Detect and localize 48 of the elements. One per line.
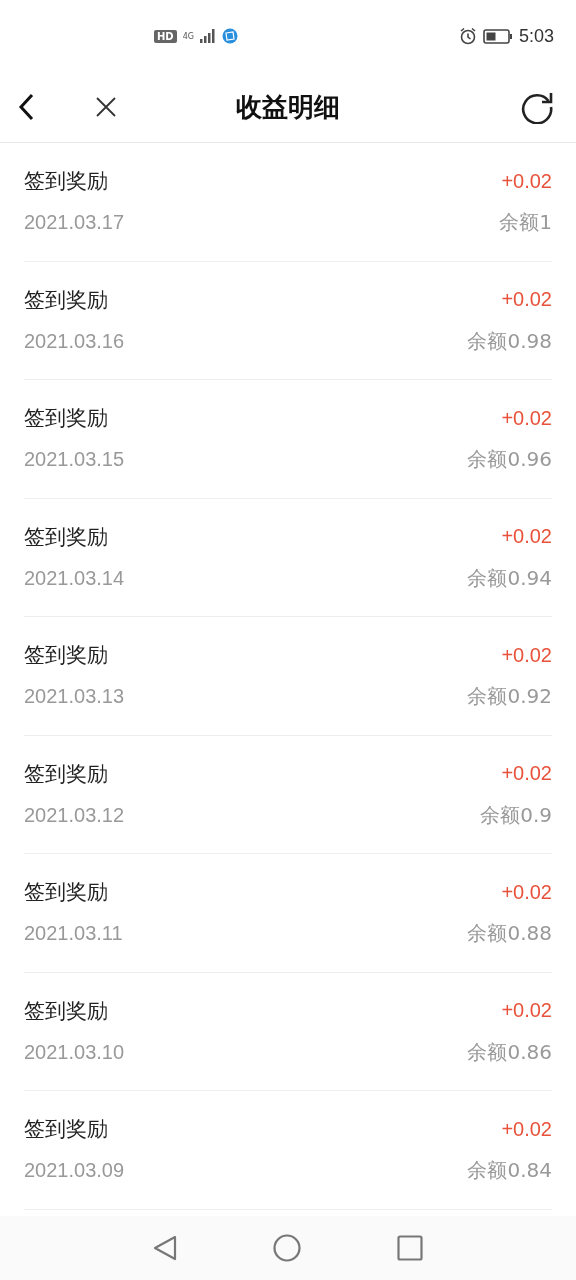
record-amount: +0.02: [501, 525, 552, 549]
record-date: 2021.03.12: [24, 803, 125, 827]
record-date: 2021.03.09: [24, 1159, 125, 1183]
record-amount: +0.02: [501, 880, 552, 904]
record-date: 2021.03.13: [24, 685, 125, 709]
record-title: 签到奖励: [24, 523, 108, 551]
record-balance: 余额0.9: [480, 801, 552, 829]
record-date: 2021.03.15: [24, 448, 125, 472]
record-balance: 余额0.88: [467, 920, 552, 948]
record-date: 2021.03.17: [24, 211, 125, 235]
record-amount: +0.02: [501, 643, 552, 667]
refresh-icon[interactable]: [520, 90, 554, 124]
alarm-icon: [458, 27, 477, 45]
home-icon[interactable]: [273, 1234, 301, 1262]
record-amount: +0.02: [501, 406, 552, 430]
page-title: 收益明细: [236, 90, 340, 124]
record-title: 签到奖励: [24, 405, 108, 433]
record-balance: 余额0.96: [467, 446, 552, 474]
record-title: 签到奖励: [24, 879, 108, 907]
record-date: 2021.03.10: [24, 1040, 125, 1064]
record-amount: +0.02: [501, 1117, 552, 1141]
hd-badge: HD: [154, 29, 177, 43]
record-date: 2021.03.11: [24, 922, 123, 946]
clock-time: 5:03: [518, 25, 554, 47]
back-icon[interactable]: [18, 93, 34, 121]
record-balance: 余额0.92: [467, 683, 552, 711]
record-title: 签到奖励: [24, 997, 108, 1025]
record-title: 签到奖励: [24, 1116, 108, 1144]
record-title: 签到奖励: [24, 168, 108, 196]
recents-icon[interactable]: [397, 1235, 423, 1261]
record-balance: 余额1: [499, 209, 552, 237]
close-icon[interactable]: [96, 97, 116, 117]
record-amount: +0.02: [501, 999, 552, 1023]
signal-icon: [199, 29, 216, 43]
battery-icon: [482, 28, 513, 44]
record-amount: +0.02: [501, 288, 552, 312]
record-title: 签到奖励: [24, 760, 108, 788]
record-title: 签到奖励: [24, 642, 108, 670]
record-title: 签到奖励: [24, 286, 108, 314]
record-balance: 余额0.98: [467, 327, 552, 355]
record-balance: 余额0.84: [467, 1157, 552, 1185]
record-date: 2021.03.16: [24, 329, 125, 353]
record-amount: +0.02: [501, 762, 552, 786]
record-balance: 余额0.94: [467, 564, 552, 592]
network-label: 4G: [182, 31, 194, 41]
record-date: 2021.03.14: [24, 566, 125, 590]
record-balance: 余额0.86: [467, 1038, 552, 1066]
record-amount: +0.02: [501, 169, 552, 193]
